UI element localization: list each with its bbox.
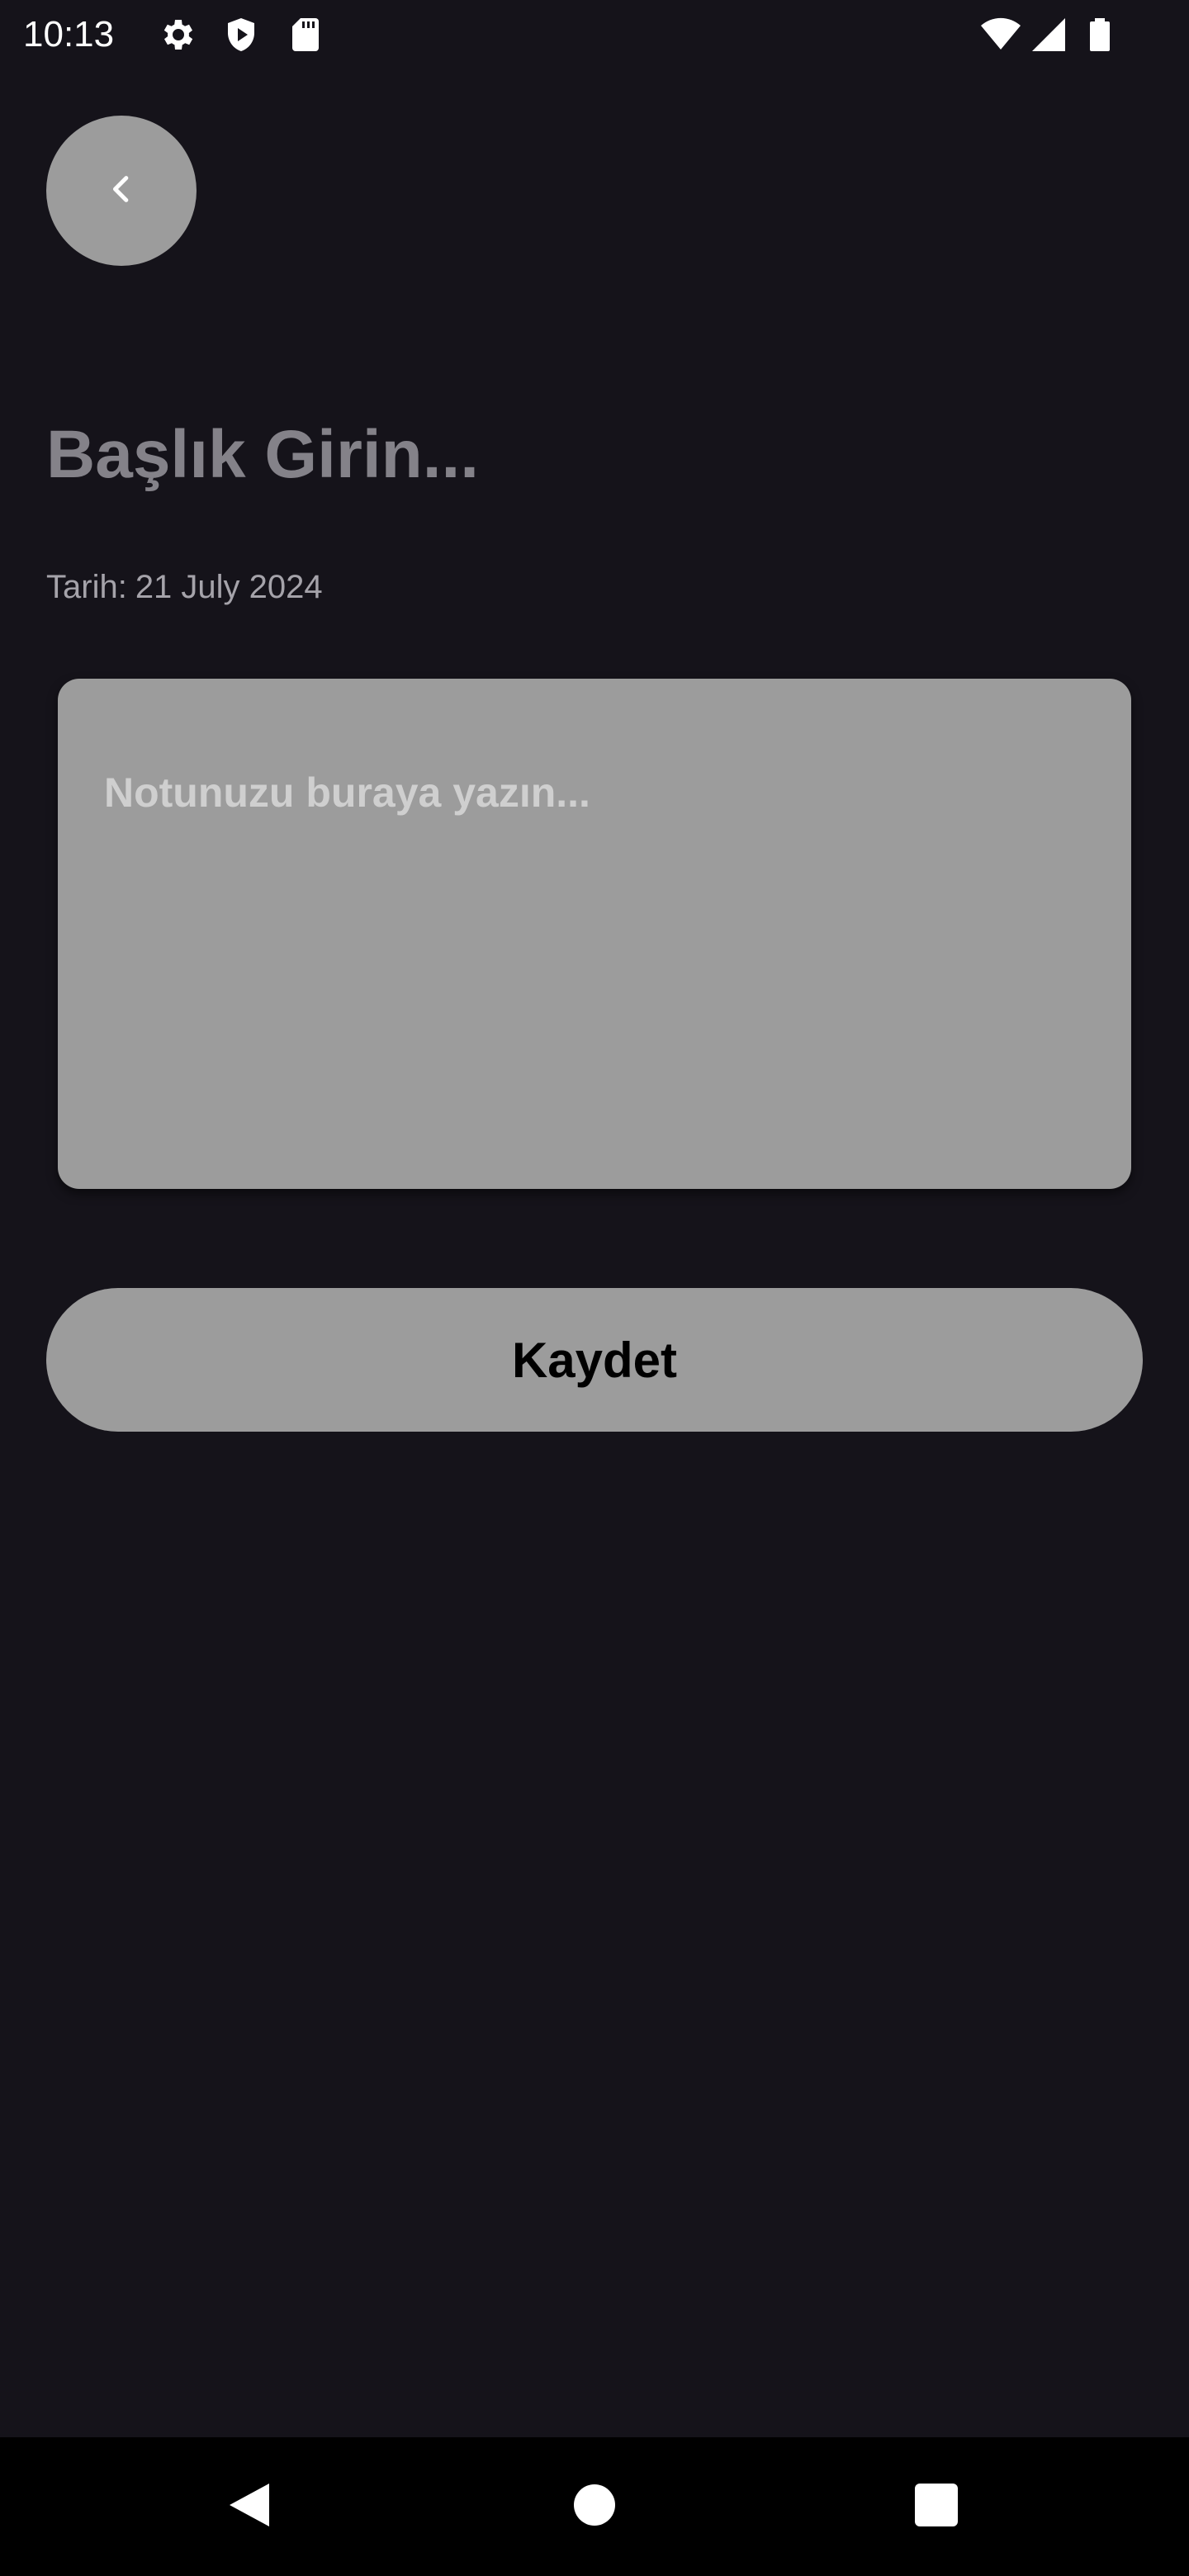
wifi-icon — [981, 15, 1021, 54]
note-placeholder: Notunuzu buraya yazın... — [104, 769, 590, 816]
back-triangle-icon — [226, 2480, 272, 2534]
battery-icon — [1080, 15, 1120, 54]
settings-icon — [157, 15, 197, 54]
shield-icon — [221, 15, 261, 54]
date-text: Tarih: 21 July 2024 — [46, 566, 323, 608]
save-button[interactable]: Kaydet — [46, 1288, 1143, 1432]
date-value: 21 July 2024 — [135, 569, 323, 605]
nav-home-button[interactable] — [528, 2437, 661, 2576]
status-time: 10:13 — [23, 14, 115, 54]
title-input[interactable]: Başlık Girin... — [46, 410, 1136, 500]
sd-card-icon — [286, 15, 325, 54]
back-button[interactable] — [46, 116, 197, 266]
status-bar: 10:13 — [0, 0, 1189, 69]
chevron-left-icon — [105, 173, 138, 210]
recents-square-icon — [914, 2483, 959, 2531]
system-nav-bar — [0, 2437, 1189, 2576]
nav-recents-button[interactable] — [870, 2437, 1002, 2576]
nav-back-button[interactable] — [183, 2437, 315, 2576]
date-label: Tarih: — [46, 569, 127, 605]
home-circle-icon — [573, 2484, 616, 2531]
note-textarea[interactable]: Notunuzu buraya yazın... — [58, 679, 1131, 1189]
signal-icon — [1029, 15, 1068, 54]
